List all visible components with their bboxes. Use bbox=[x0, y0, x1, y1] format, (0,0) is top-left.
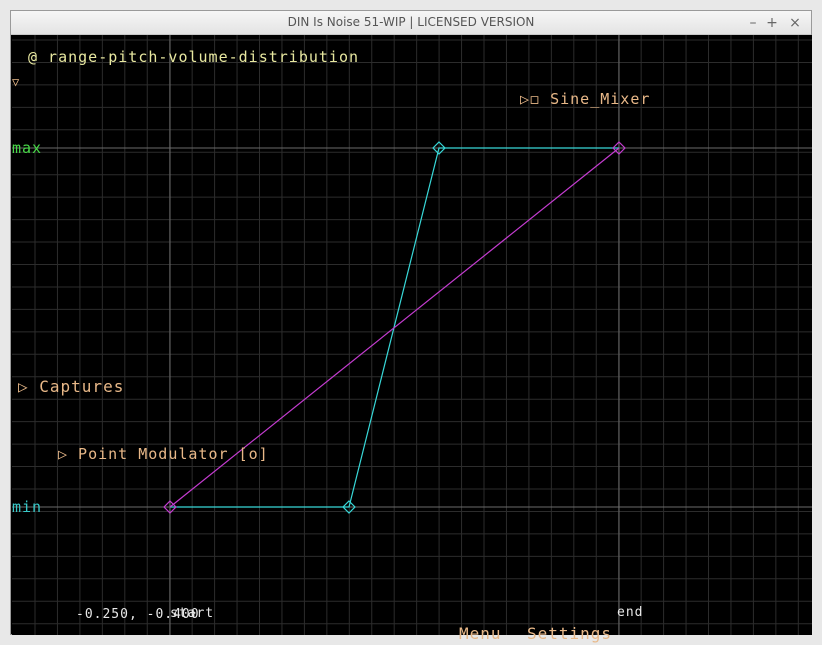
sine-mixer-button[interactable]: ▷◻ Sine_Mixer bbox=[520, 90, 650, 108]
grid bbox=[12, 35, 812, 635]
window-title: DIN Is Noise 51-WIP | LICENSED VERSION bbox=[287, 15, 535, 29]
collapse-icon[interactable]: ▽ bbox=[12, 75, 20, 89]
captures-button[interactable]: ▷ Captures bbox=[18, 377, 124, 396]
title-bar[interactable]: DIN Is Noise 51-WIP | LICENSED VERSION –… bbox=[11, 11, 811, 35]
maximize-button[interactable]: + bbox=[763, 14, 781, 32]
settings-button[interactable]: Settings bbox=[527, 624, 612, 643]
menu-button[interactable]: Menu bbox=[459, 624, 502, 643]
curve-name-label: @ range-pitch-volume-distribution bbox=[28, 48, 360, 66]
min-label: min bbox=[12, 498, 43, 516]
curve-editor-svg[interactable] bbox=[12, 35, 812, 635]
curve-editor-canvas[interactable]: @ range-pitch-volume-distribution ▽ ▷◻ S… bbox=[12, 35, 812, 643]
cursor-coordinates: -0.250, -0.400 bbox=[76, 607, 200, 622]
app-window: DIN Is Noise 51-WIP | LICENSED VERSION –… bbox=[10, 10, 812, 643]
axes bbox=[12, 35, 812, 635]
end-label: end bbox=[617, 605, 644, 620]
max-label: max bbox=[12, 139, 43, 157]
minimize-button[interactable]: – bbox=[744, 14, 762, 32]
point-modulator-button[interactable]: ▷ Point Modulator [o] bbox=[58, 445, 269, 463]
close-button[interactable]: × bbox=[786, 14, 804, 32]
